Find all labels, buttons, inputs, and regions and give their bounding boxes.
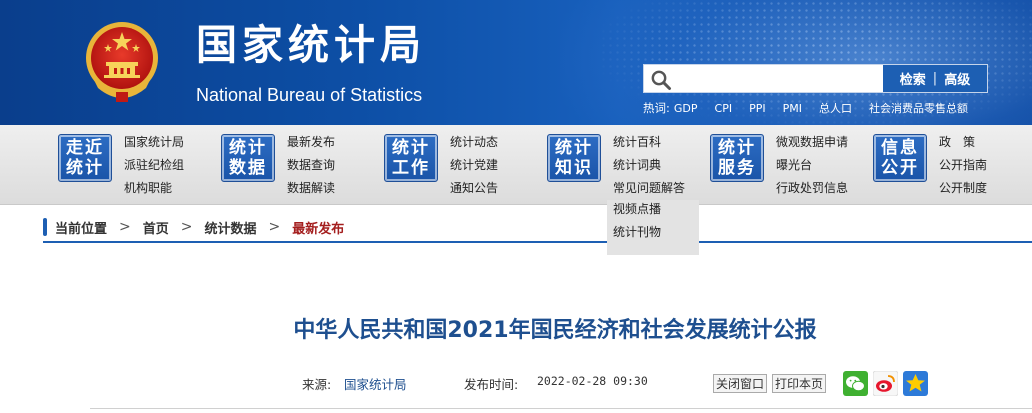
nav-link[interactable]: 数据查询 [287,154,397,177]
nav-badge-about[interactable]: 走近 统计 [58,134,112,182]
nav-badge-line: 统计 [229,138,267,158]
close-window-button[interactable]: 关闭窗口 [713,374,768,393]
nav-link[interactable]: 行政处罚信息 [776,177,886,200]
search-icon [651,70,671,90]
nav-link[interactable]: 公开制度 [939,177,1032,200]
site-title-cn: 国家统计局 [196,21,426,69]
nav-badge-disclosure[interactable]: 信息 公开 [873,134,927,182]
nav-link[interactable]: 统计百科 [613,131,723,154]
nav-badge-line: 走近 [66,138,104,158]
nav-link[interactable]: 统计动态 [450,131,560,154]
article-divider [90,408,1032,409]
nav-badge-line: 数据 [229,158,267,178]
nav-badge-line: 公开 [881,158,919,178]
hot-word-cpi[interactable]: CPI [715,102,733,115]
search-button-separator: | [932,71,938,86]
hot-words: 热词: GDP CPI PPI PMI 总人口 社会消费品零售总额 [643,100,1023,116]
search-button-group: 检索 | 高级 [883,65,987,92]
hot-word-pmi[interactable]: PMI [783,102,802,115]
nav-badge-service[interactable]: 统计 服务 [710,134,764,182]
site-title-en: National Bureau of Statistics [196,85,423,105]
hot-words-label: 热词: [643,101,670,115]
hot-word-population[interactable]: 总人口 [819,100,852,116]
nav-badge-line: 知识 [555,158,593,178]
chevron-right-icon: > [119,219,131,235]
nav-link[interactable]: 公开指南 [939,154,1032,177]
nav-badge-line: 统计 [718,138,756,158]
nav-link[interactable]: 机构职能 [124,177,234,200]
nav-links-about: 国家统计局 派驻纪检组 机构职能 [124,131,234,200]
breadcrumb-marker [43,218,47,236]
nav-badge-knowledge[interactable]: 统计 知识 [547,134,601,182]
nav-badge-work[interactable]: 统计 工作 [384,134,438,182]
main-nav: 走近 统计 国家统计局 派驻纪检组 机构职能 统计 数据 最新发布 数据查询 数… [0,125,1032,205]
nav-links-work: 统计动态 统计党建 通知公告 [450,131,560,200]
nav-link[interactable]: 曝光台 [776,154,886,177]
hot-word-retail-sales[interactable]: 社会消费品零售总额 [869,100,968,116]
nav-links-data: 最新发布 数据查询 数据解读 [287,131,397,200]
nav-link[interactable]: 常见问题解答 [613,177,723,200]
nav-link[interactable]: 国家统计局 [124,131,234,154]
nav-link[interactable]: 统计党建 [450,154,560,177]
breadcrumb-section[interactable]: 统计数据 [205,218,257,237]
nav-badge-data[interactable]: 统计 数据 [221,134,275,182]
search-input[interactable] [676,67,881,90]
weibo-share-icon[interactable] [873,371,898,396]
wechat-share-icon[interactable] [843,371,868,396]
article-title: 中华人民共和国2021年国民经济和社会发展统计公报 [293,318,817,343]
nav-badge-line: 信息 [881,138,919,158]
nav-links-service: 微观数据申请 曝光台 行政处罚信息 [776,131,886,200]
knowledge-dropdown-menu: 视频点播 统计刊物 [607,200,699,255]
publish-date-value: 2022-02-28 09:30 [537,374,648,388]
breadcrumb-current[interactable]: 最新发布 [292,218,344,237]
dropdown-item-video[interactable]: 视频点播 [613,198,699,221]
nav-badge-line: 服务 [718,158,756,178]
breadcrumb-label: 当前位置 [55,221,108,237]
breadcrumb: 当前位置 > 首页 > 统计数据 > 最新发布 [43,213,1032,243]
nav-link[interactable]: 派驻纪检组 [124,154,234,177]
print-page-button[interactable]: 打印本页 [772,374,827,393]
nav-badge-line: 统计 [392,138,430,158]
hot-word-ppi[interactable]: PPI [749,102,766,115]
nav-links-disclosure: 政 策 公开指南 公开制度 [939,131,1032,200]
breadcrumb-home[interactable]: 首页 [143,218,169,237]
nav-links-knowledge: 统计百科 统计词典 常见问题解答 [613,131,723,200]
chevron-right-icon: > [180,219,193,235]
dropdown-item-periodicals[interactable]: 统计刊物 [613,221,699,244]
nav-link[interactable]: 政 策 [939,131,1032,154]
nav-link[interactable]: 统计词典 [613,154,723,177]
nav-link[interactable]: 微观数据申请 [776,131,886,154]
nav-badge-line: 统计 [66,158,104,178]
nav-link[interactable]: 数据解读 [287,177,397,200]
qzone-share-icon[interactable] [903,371,928,396]
source-value: 国家统计局 [344,377,407,392]
nav-link[interactable]: 最新发布 [287,131,397,154]
site-header: 国家统计局 National Bureau of Statistics 检索 |… [0,0,1032,125]
national-emblem-icon[interactable] [84,18,160,104]
source-label: 来源: [302,377,332,392]
search-bar: 检索 | 高级 [643,64,988,93]
nav-badge-line: 统计 [555,138,593,158]
chevron-right-icon: > [268,219,281,235]
hot-word-gdp[interactable]: GDP [674,102,698,115]
publish-date-label: 发布时间: [464,377,519,392]
search-button[interactable]: 检索 [900,69,926,88]
advanced-search-button[interactable]: 高级 [944,69,970,88]
nav-badge-line: 工作 [392,158,430,178]
nav-link[interactable]: 通知公告 [450,177,560,200]
